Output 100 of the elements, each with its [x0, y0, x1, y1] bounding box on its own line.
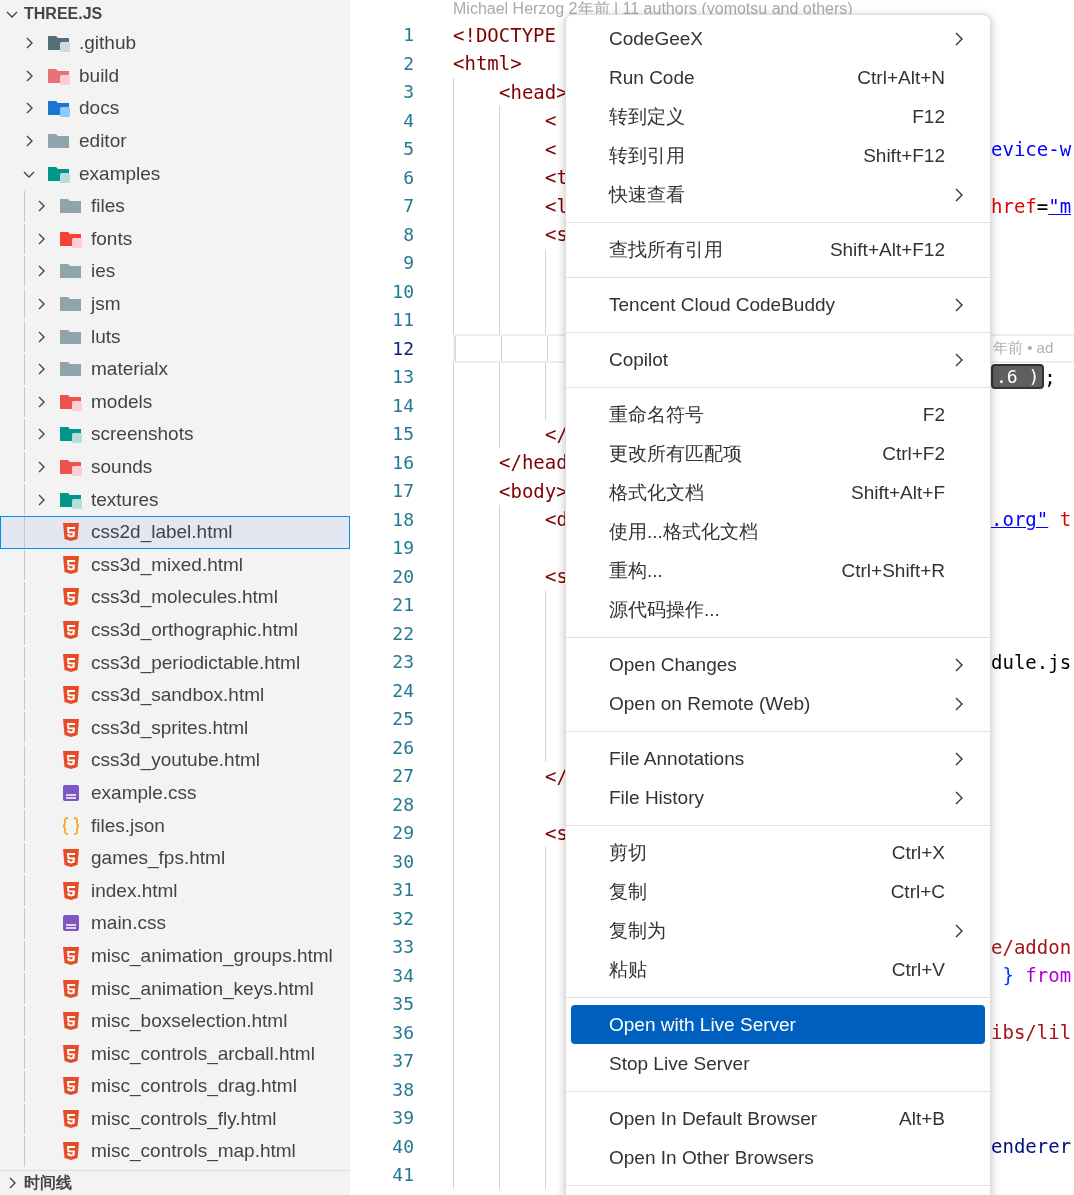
code-text: ; — [1044, 365, 1056, 388]
line-number: 17 — [391, 480, 415, 502]
line-number: 24 — [391, 679, 415, 701]
line-number: 34 — [391, 964, 415, 986]
line-number: 8 — [402, 223, 415, 245]
folder-icon — [47, 98, 71, 119]
line-number: 25 — [391, 708, 415, 730]
code-text: t — [1058, 508, 1072, 531]
line-number: 11 — [391, 309, 415, 331]
line-number: 32 — [391, 907, 415, 929]
code-text: e/addon — [991, 935, 1072, 958]
menu-item[interactable]: 查找所有引用 Shift+Alt+F12 — [571, 230, 985, 269]
code-text: <html> — [453, 52, 522, 75]
menu-item[interactable]: Open with Live Server — [571, 1005, 985, 1044]
code-text: = — [1036, 194, 1049, 217]
line-number: 23 — [391, 651, 415, 673]
line-number: 28 — [391, 793, 415, 815]
tree-item[interactable]: examples — [0, 157, 350, 190]
line-number: 41 — [391, 1164, 415, 1186]
line-number: 5 — [402, 138, 415, 160]
line-number: 26 — [391, 736, 415, 758]
menu-item[interactable]: 粘贴 Ctrl+V — [571, 950, 985, 989]
menu-item[interactable]: 更改所有匹配项 Ctrl+F2 — [571, 434, 985, 473]
line-number: 29 — [391, 822, 415, 844]
code-text: <t — [545, 166, 568, 189]
menu-item[interactable]: File Annotations — [571, 739, 985, 778]
line-number: 33 — [391, 936, 415, 958]
code-text: dule.js — [991, 650, 1072, 673]
tree-item[interactable]: editor — [0, 124, 350, 158]
tree-item[interactable]: build — [0, 59, 350, 93]
line-number: 36 — [391, 1021, 415, 1043]
menu-item[interactable]: 重构... Ctrl+Shift+R — [571, 551, 985, 590]
menu-item[interactable]: Copilot — [571, 340, 985, 379]
folder-icon — [59, 424, 83, 445]
code-text: ibs/lil — [991, 1021, 1072, 1044]
menu-item[interactable]: Open In Other Browsers — [571, 1138, 985, 1177]
code-text: <l — [545, 194, 568, 217]
menu-item[interactable]: Tencent Cloud CodeBuddy — [571, 285, 985, 324]
line-number: 21 — [391, 594, 415, 616]
menu-item[interactable]: 复制 Ctrl+C — [571, 872, 985, 911]
line-number: 40 — [391, 1135, 415, 1157]
code-text: enderer — [991, 1135, 1072, 1158]
line-number: 7 — [402, 195, 415, 217]
tree-item[interactable]: css2d_label.html — [0, 515, 350, 549]
line-number: 12 — [391, 337, 415, 359]
line-number: 38 — [391, 1078, 415, 1100]
code-text: < — [545, 109, 557, 132]
menu-item[interactable]: 剪切 Ctrl+X — [571, 833, 985, 872]
line-number: 4 — [402, 109, 415, 131]
code-text: < — [545, 137, 557, 160]
line-number: 27 — [391, 765, 415, 787]
menu-item[interactable]: File History — [571, 778, 985, 817]
line-number: 1 — [402, 24, 415, 46]
line-number: 39 — [391, 1107, 415, 1129]
line-number: 30 — [391, 850, 415, 872]
line-number: 18 — [391, 508, 415, 530]
menu-item[interactable]: Open In Default Browser Alt+B — [571, 1099, 985, 1138]
line-number: 9 — [402, 252, 415, 274]
code-text: evice-w — [991, 137, 1072, 160]
menu-item[interactable]: 转到引用 Shift+F12 — [571, 136, 985, 175]
menu-item[interactable]: 格式化文档 Shift+Alt+F — [571, 473, 985, 512]
line-number: 35 — [391, 993, 415, 1015]
line-number: 31 — [391, 879, 415, 901]
menu-item[interactable]: 转到定义 F12 — [571, 97, 985, 136]
tree-item[interactable]: .github — [0, 27, 350, 60]
blame-annotation: 年前 • ad — [993, 338, 1054, 358]
code-text: from — [1025, 964, 1072, 987]
tree-item[interactable]: docs — [0, 92, 350, 125]
code-text: <body> — [499, 479, 568, 502]
menu-item[interactable]: Open Changes — [571, 645, 985, 684]
folder-icon — [47, 33, 71, 54]
line-number: 6 — [402, 166, 415, 188]
line-number: 37 — [391, 1050, 415, 1072]
code-text: href — [991, 194, 1037, 217]
inlay-hint: .6 ) — [991, 364, 1045, 390]
code-text: <!DOCTYPE — [453, 23, 556, 46]
line-number: 14 — [391, 394, 415, 416]
explorer-title: THREE.JS — [24, 4, 103, 23]
menu-item[interactable]: 复制为 — [571, 911, 985, 950]
code-text: "m — [1048, 194, 1072, 217]
code-text: <head> — [499, 80, 568, 103]
line-number: 10 — [391, 280, 415, 302]
line-number: 20 — [391, 565, 415, 587]
menu-item[interactable]: 使用...格式化文档 — [571, 512, 985, 551]
line-number: 15 — [391, 423, 415, 445]
line-number: 22 — [391, 622, 415, 644]
menu-item[interactable]: Run Code Ctrl+Alt+N — [571, 58, 985, 97]
code-text: .org" — [991, 508, 1049, 531]
code-text: } — [1001, 964, 1015, 987]
code-text: </ — [545, 422, 568, 445]
menu-item[interactable]: CodeGeeX — [571, 19, 985, 58]
line-number: 19 — [391, 537, 415, 559]
menu-item[interactable]: Stop Live Server — [571, 1044, 985, 1083]
menu-item[interactable]: 源代码操作... — [571, 590, 985, 629]
line-number: 13 — [391, 366, 415, 388]
timeline-title: 时间线 — [24, 1172, 72, 1193]
code-text: </ — [545, 764, 568, 787]
menu-item[interactable]: 重命名符号 F2 — [571, 395, 985, 434]
menu-item[interactable]: Open on Remote (Web) — [571, 684, 985, 723]
menu-item[interactable]: 快速查看 — [571, 175, 985, 214]
